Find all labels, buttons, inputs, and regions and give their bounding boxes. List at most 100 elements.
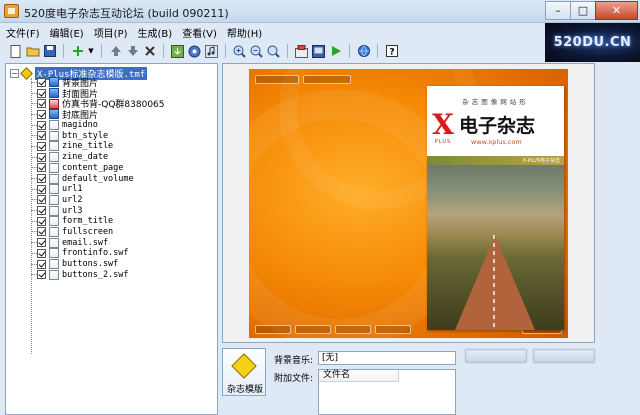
properties-panel: 杂志模版 背景音乐: [无] 附加文件: 文件名 <box>222 345 595 415</box>
tree-item[interactable]: 封底图片 <box>26 109 165 121</box>
tree-item[interactable]: url2 <box>26 194 165 206</box>
menu-edit[interactable]: 编辑(E) <box>50 25 84 40</box>
tree-item[interactable]: form_title <box>26 216 165 227</box>
new-file-icon[interactable] <box>8 44 23 59</box>
attach-list[interactable]: 文件名 <box>318 369 456 415</box>
move-down-icon[interactable] <box>125 44 140 59</box>
window-controls: – □ ✕ <box>545 1 638 20</box>
collapse-icon[interactable]: − <box>10 68 19 78</box>
tree-item[interactable]: buttons_2.swf <box>26 269 165 280</box>
file-icon <box>49 205 59 216</box>
checkbox[interactable] <box>37 270 46 280</box>
open-folder-icon[interactable] <box>25 44 40 59</box>
tree-item-label: url2 <box>62 194 83 205</box>
import-icon[interactable] <box>170 44 185 59</box>
checkbox[interactable] <box>37 99 46 109</box>
magazine-nav-pill[interactable] <box>295 325 331 334</box>
checkbox[interactable] <box>37 88 46 98</box>
checkbox[interactable] <box>37 120 46 130</box>
zoom-in-icon[interactable] <box>232 44 247 59</box>
checkbox[interactable] <box>37 77 46 87</box>
tree-item[interactable]: buttons.swf <box>26 259 165 270</box>
minimize-button[interactable]: – <box>545 1 571 20</box>
tree-item[interactable]: default_volume <box>26 173 165 184</box>
tree-item[interactable]: content_page <box>26 162 165 174</box>
add-icon[interactable] <box>70 44 85 59</box>
checkbox[interactable] <box>37 131 46 141</box>
build-icon[interactable] <box>294 44 309 59</box>
tree-item[interactable]: magidno <box>26 120 165 131</box>
image-icon <box>49 98 59 109</box>
main-window: 520度电子杂志互动论坛 (build 090211) – □ ✕ 文件(F) … <box>0 0 640 415</box>
menu-view[interactable]: 查看(V) <box>182 25 217 40</box>
tree-item[interactable]: url1 <box>26 184 165 195</box>
title-bar[interactable]: 520度电子杂志互动论坛 (build 090211) – □ ✕ <box>0 0 640 23</box>
file-icon <box>49 141 59 152</box>
magazine-bottom-controls <box>255 325 411 334</box>
music-icon[interactable] <box>204 44 219 59</box>
checkbox[interactable] <box>37 216 46 226</box>
project-tree[interactable]: − X-Plus标准杂志模版.tmf 背景图片 封面图片 仿真书背-QQ群83800… <box>5 63 218 415</box>
checkbox[interactable] <box>37 174 46 184</box>
help-icon[interactable]: ? <box>384 44 399 59</box>
checkbox[interactable] <box>37 141 46 151</box>
checkbox[interactable] <box>37 206 46 216</box>
tree-item[interactable]: email.swf <box>26 237 165 248</box>
zoom-out-icon[interactable] <box>249 44 264 59</box>
menu-project[interactable]: 项目(P) <box>94 25 128 40</box>
chevron-down-icon[interactable]: ▼ <box>87 44 95 59</box>
play-icon[interactable] <box>328 44 343 59</box>
checkbox[interactable] <box>37 259 46 269</box>
brand-logo-text: 520DU.CN <box>553 35 632 50</box>
tree-item[interactable]: fullscreen <box>26 226 165 238</box>
checkbox[interactable] <box>37 238 46 248</box>
file-icon <box>49 120 59 131</box>
menu-help[interactable]: 帮助(H) <box>227 25 262 40</box>
file-icon <box>49 269 59 280</box>
checkbox[interactable] <box>37 184 46 194</box>
file-icon <box>49 184 59 195</box>
tree-item[interactable]: frontinfo.swf <box>26 248 165 259</box>
maximize-button[interactable]: □ <box>570 1 596 20</box>
music-input[interactable]: [无] <box>318 351 456 365</box>
magazine-spread: 杂志图像网站形 X PLUS 电子杂志 www.xplus.com X-PLUS… <box>249 69 568 338</box>
magazine-nav-pill[interactable] <box>255 75 299 84</box>
track-lines <box>493 235 495 330</box>
checkbox[interactable] <box>37 152 46 162</box>
tree-item[interactable]: zine_date <box>26 152 165 163</box>
settings-icon[interactable] <box>187 44 202 59</box>
checkbox[interactable] <box>37 248 46 258</box>
save-icon[interactable] <box>42 44 57 59</box>
toolbar: ▼ ? <box>0 41 545 61</box>
globe-icon[interactable] <box>356 44 371 59</box>
tree-items: 背景图片 封面图片 仿真书背-QQ群8380065 封底图片 magidno btn_st… <box>26 77 165 280</box>
app-icon <box>4 4 19 18</box>
file-icon <box>49 194 59 205</box>
close-button[interactable]: ✕ <box>595 1 638 20</box>
checkbox[interactable] <box>37 109 46 119</box>
magazine-nav-pill[interactable] <box>255 325 291 334</box>
menu-build[interactable]: 生成(B) <box>138 25 173 40</box>
tree-item-label: form_title <box>62 216 114 227</box>
export-icon[interactable] <box>311 44 326 59</box>
tree-item-label: url1 <box>62 184 83 195</box>
tree-item[interactable]: url3 <box>26 205 165 216</box>
magazine-nav-pill[interactable] <box>303 75 351 84</box>
checkbox[interactable] <box>37 227 46 237</box>
attach-column-header[interactable]: 文件名 <box>319 370 399 382</box>
checkbox[interactable] <box>37 195 46 205</box>
cover-brand-plus: PLUS <box>434 139 452 145</box>
menu-file[interactable]: 文件(F) <box>6 25 40 40</box>
panel-button[interactable] <box>465 349 527 363</box>
move-up-icon[interactable] <box>108 44 123 59</box>
file-icon <box>49 162 59 173</box>
template-button[interactable]: 杂志模版 <box>222 348 266 396</box>
tree-item[interactable]: btn_style <box>26 130 165 141</box>
delete-icon[interactable] <box>142 44 157 59</box>
magazine-nav-pill[interactable] <box>335 325 371 334</box>
checkbox[interactable] <box>37 163 46 173</box>
magazine-nav-pill[interactable] <box>375 325 411 334</box>
zoom-reset-icon[interactable] <box>266 44 281 59</box>
tree-item[interactable]: zine_title <box>26 141 165 152</box>
panel-button[interactable] <box>533 349 595 363</box>
